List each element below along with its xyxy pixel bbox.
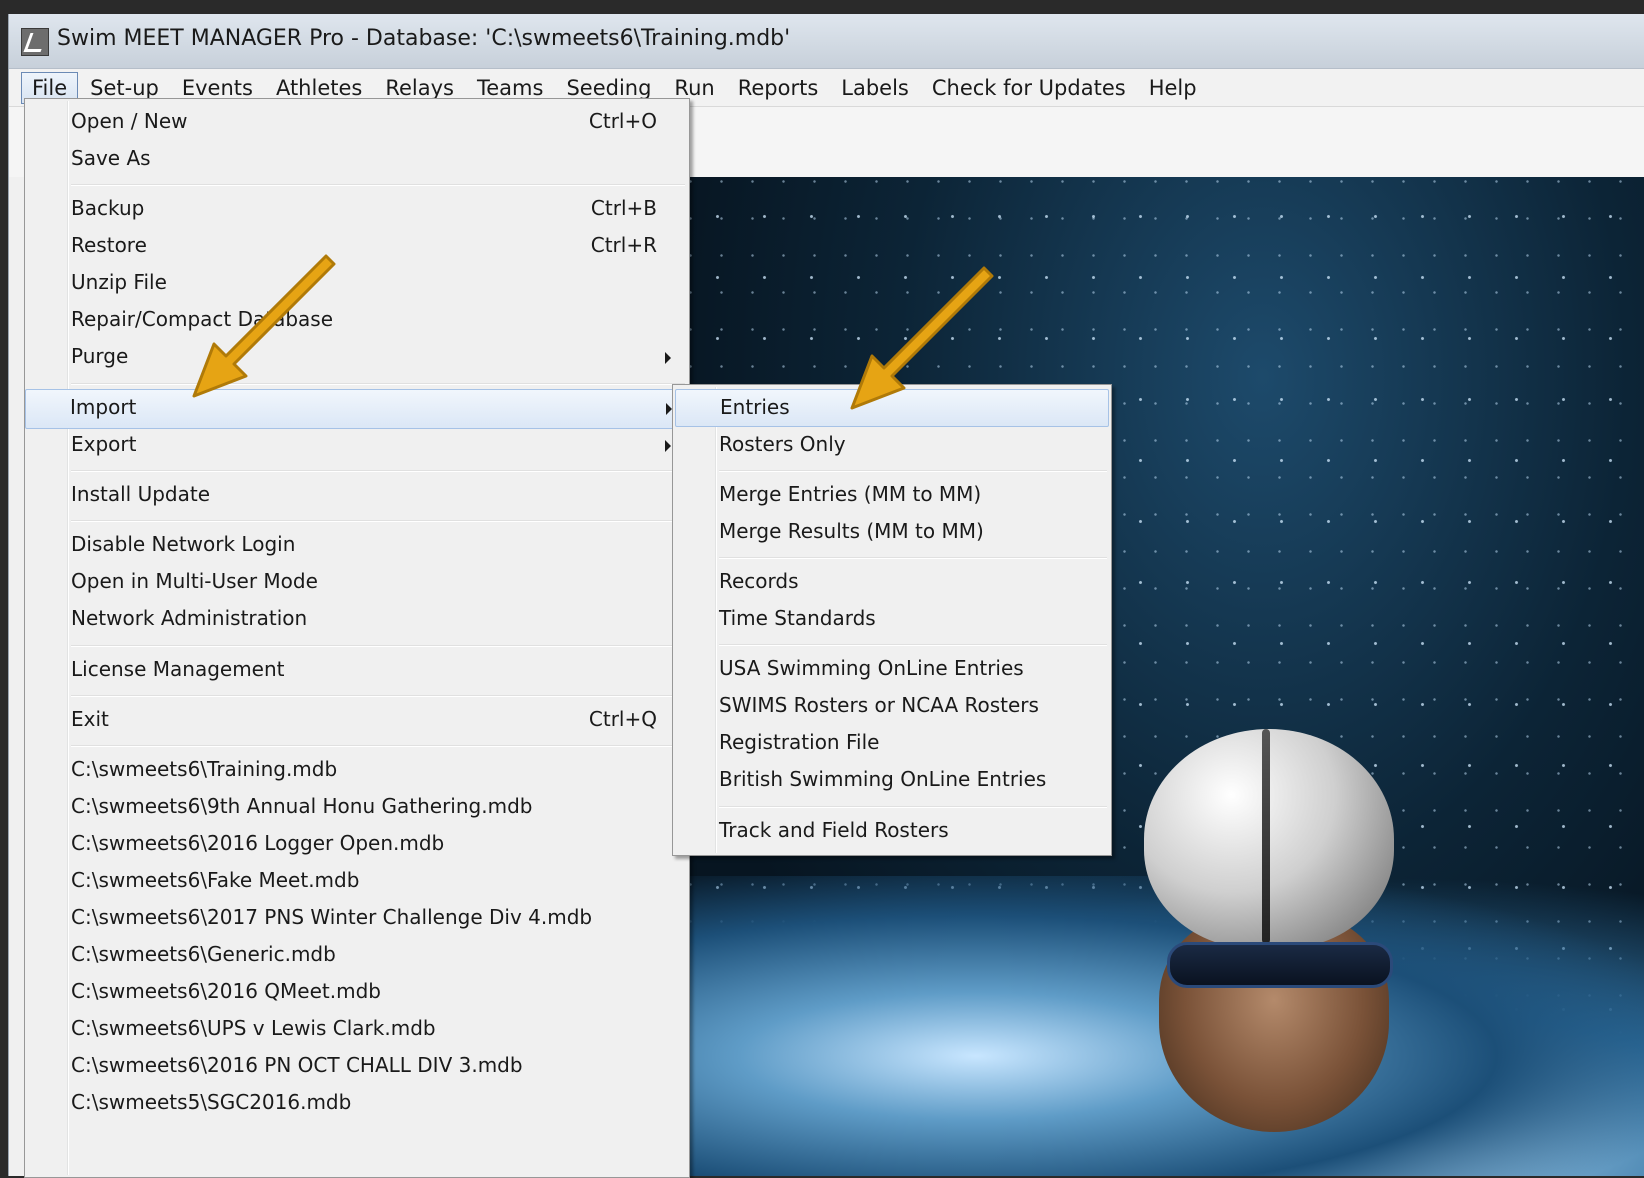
menu-item-label: Exit (71, 707, 109, 731)
recent-file-item[interactable]: C:\swmeets6\9th Annual Honu Gathering.md… (27, 789, 687, 825)
menu-item-label: Purge (71, 344, 129, 368)
submenu-item-track-field-rosters[interactable]: Track and Field Rosters (675, 813, 1109, 849)
menu-item-label: USA Swimming OnLine Entries (719, 656, 1024, 680)
submenu-arrow-icon (665, 440, 671, 452)
submenu-arrow-icon (665, 352, 671, 364)
recent-file-label: C:\swmeets6\UPS v Lewis Clark.mdb (71, 1016, 436, 1040)
recent-file-label: C:\swmeets6\2016 QMeet.mdb (71, 979, 381, 1003)
menu-separator (71, 470, 685, 472)
menu-item-label: Open in Multi-User Mode (71, 569, 318, 593)
menu-item-label: Open / New (71, 109, 188, 133)
submenu-item-records[interactable]: Records (675, 564, 1109, 600)
menu-item-shortcut: Ctrl+Q (588, 707, 657, 731)
recent-file-label: C:\swmeets6\9th Annual Honu Gathering.md… (71, 794, 533, 818)
import-submenu: Entries Rosters Only Merge Entries (MM t… (672, 384, 1112, 856)
window-title: Swim MEET MANAGER Pro - Database: 'C:\sw… (57, 26, 791, 51)
menu-item-shortcut: Ctrl+B (590, 196, 657, 220)
menu-item-save-as[interactable]: Save As (27, 141, 687, 177)
menu-item-label: Merge Results (MM to MM) (719, 519, 984, 543)
menu-item-label: Track and Field Rosters (719, 818, 949, 842)
menu-item-label: Network Administration (71, 606, 308, 630)
submenu-item-merge-results[interactable]: Merge Results (MM to MM) (675, 514, 1109, 550)
menu-item-disable-network-login[interactable]: Disable Network Login (27, 527, 687, 563)
menu-item-label: Merge Entries (MM to MM) (719, 482, 982, 506)
recent-file-item[interactable]: C:\swmeets6\Training.mdb (27, 752, 687, 788)
menu-item-label: Rosters Only (719, 432, 846, 456)
menu-item-license-management[interactable]: License Management (27, 652, 687, 688)
menu-item-label: Time Standards (719, 606, 876, 630)
menu-reports[interactable]: Reports (727, 72, 830, 104)
recent-file-item[interactable]: C:\swmeets5\SGC2016.mdb (27, 1085, 687, 1121)
recent-file-item[interactable]: C:\swmeets6\2017 PNS Winter Challenge Di… (27, 900, 687, 936)
menu-item-backup[interactable]: Backup Ctrl+B (27, 191, 687, 227)
annotation-arrow-icon (850, 266, 994, 410)
menu-separator (71, 645, 685, 647)
submenu-item-registration-file[interactable]: Registration File (675, 725, 1109, 761)
menu-separator (71, 520, 685, 522)
menu-item-label: License Management (71, 657, 285, 681)
menu-item-multi-user-mode[interactable]: Open in Multi-User Mode (27, 564, 687, 600)
recent-file-item[interactable]: C:\swmeets6\2016 QMeet.mdb (27, 974, 687, 1010)
recent-file-label: C:\swmeets5\SGC2016.mdb (71, 1090, 352, 1114)
menu-item-label: Registration File (719, 730, 880, 754)
menu-item-label: Backup (71, 196, 145, 220)
submenu-item-usa-online-entries[interactable]: USA Swimming OnLine Entries (675, 651, 1109, 687)
menu-item-shortcut: Ctrl+R (590, 233, 657, 257)
menu-item-label: Install Update (71, 482, 210, 506)
swim-goggles (1167, 942, 1393, 988)
submenu-item-merge-entries[interactable]: Merge Entries (MM to MM) (675, 477, 1109, 513)
menu-item-label: Export (71, 432, 137, 456)
recent-file-item[interactable]: C:\swmeets6\Generic.mdb (27, 937, 687, 973)
recent-file-label: C:\swmeets6\Generic.mdb (71, 942, 336, 966)
recent-file-item[interactable]: C:\swmeets6\Fake Meet.mdb (27, 863, 687, 899)
menu-separator (719, 644, 1107, 646)
recent-file-item[interactable]: C:\swmeets6\UPS v Lewis Clark.mdb (27, 1011, 687, 1047)
menu-item-label: Save As (71, 146, 151, 170)
menu-separator (71, 695, 685, 697)
menu-separator (71, 745, 685, 747)
menu-item-label: Restore (71, 233, 147, 257)
menu-item-label: Records (719, 569, 799, 593)
menu-item-label: Entries (720, 395, 790, 419)
menu-item-label: Import (70, 395, 137, 419)
menu-item-label: Disable Network Login (71, 532, 296, 556)
recent-file-label: C:\swmeets6\2016 PN OCT CHALL DIV 3.mdb (71, 1053, 523, 1077)
annotation-arrow-icon (192, 254, 336, 398)
app-icon (21, 28, 49, 56)
recent-file-label: C:\swmeets6\Fake Meet.mdb (71, 868, 360, 892)
submenu-item-time-standards[interactable]: Time Standards (675, 601, 1109, 637)
menu-item-open-new[interactable]: Open / New Ctrl+O (27, 104, 687, 140)
recent-file-item[interactable]: C:\swmeets6\2016 Logger Open.mdb (27, 826, 687, 862)
menu-item-install-update[interactable]: Install Update (27, 477, 687, 513)
menu-separator (719, 557, 1107, 559)
menu-item-label: Unzip File (71, 270, 167, 294)
menu-item-label: British Swimming OnLine Entries (719, 767, 1047, 791)
menu-separator (71, 184, 685, 186)
menu-separator (719, 470, 1107, 472)
menu-item-label: SWIMS Rosters or NCAA Rosters (719, 693, 1039, 717)
recent-file-item[interactable]: C:\swmeets6\2016 PN OCT CHALL DIV 3.mdb (27, 1048, 687, 1084)
submenu-item-british-online-entries[interactable]: British Swimming OnLine Entries (675, 762, 1109, 798)
recent-file-label: C:\swmeets6\2017 PNS Winter Challenge Di… (71, 905, 593, 929)
recent-file-label: C:\swmeets6\Training.mdb (71, 757, 338, 781)
menu-check-updates[interactable]: Check for Updates (921, 72, 1137, 104)
menu-labels[interactable]: Labels (830, 72, 920, 104)
recent-file-label: C:\swmeets6\2016 Logger Open.mdb (71, 831, 445, 855)
menu-item-export[interactable]: Export (27, 427, 687, 463)
swim-cap (1144, 729, 1394, 949)
title-bar: Swim MEET MANAGER Pro - Database: 'C:\sw… (9, 14, 1644, 69)
menu-item-shortcut: Ctrl+O (588, 109, 657, 133)
submenu-item-swims-rosters[interactable]: SWIMS Rosters or NCAA Rosters (675, 688, 1109, 724)
menu-item-network-administration[interactable]: Network Administration (27, 601, 687, 637)
menu-separator (719, 806, 1107, 808)
menu-help[interactable]: Help (1138, 72, 1208, 104)
menu-item-exit[interactable]: Exit Ctrl+Q (27, 702, 687, 738)
